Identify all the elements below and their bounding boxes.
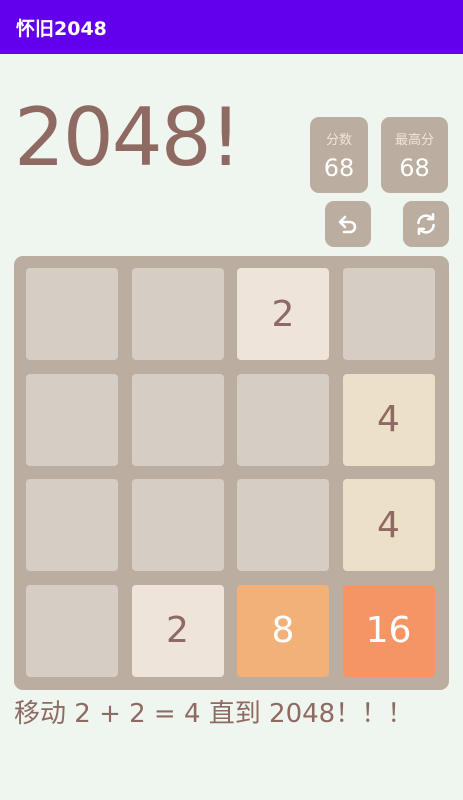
undo-button[interactable] bbox=[325, 201, 371, 247]
tile-4: 4 bbox=[342, 479, 435, 571]
empty-cell bbox=[26, 479, 118, 571]
game-board[interactable]: 2 4 4 2 8 16 bbox=[14, 256, 449, 690]
best-score-label: 最高分 bbox=[394, 133, 434, 148]
best-score-value: 68 bbox=[399, 154, 430, 182]
best-score-box: 最高分 68 bbox=[381, 117, 448, 193]
empty-cell bbox=[131, 268, 224, 360]
refresh-icon bbox=[417, 212, 435, 236]
tile-16: 16 bbox=[342, 584, 435, 677]
tile-8: 8 bbox=[237, 584, 329, 677]
empty-cell bbox=[131, 479, 224, 571]
score-label: 分数 bbox=[325, 133, 352, 148]
tile-4: 4 bbox=[342, 373, 435, 466]
empty-cell bbox=[26, 268, 118, 360]
app-bar: 怀旧2048 bbox=[0, 0, 463, 54]
empty-cell bbox=[237, 373, 329, 466]
status-message: 移动 2 + 2 = 4 直到 2048！！！ bbox=[14, 699, 414, 729]
restart-button[interactable] bbox=[403, 201, 449, 247]
score-value: 68 bbox=[323, 154, 355, 182]
app-title: 怀旧2048 bbox=[16, 17, 107, 40]
tile-2: 2 bbox=[237, 268, 329, 360]
empty-cell bbox=[237, 479, 329, 571]
empty-cell bbox=[131, 373, 224, 466]
tile-2: 2 bbox=[131, 584, 224, 677]
undo-icon bbox=[338, 215, 357, 234]
game-title: 2048! bbox=[14, 91, 242, 184]
score-box: 分数 68 bbox=[310, 117, 368, 193]
empty-cell bbox=[26, 584, 118, 677]
empty-cell bbox=[342, 268, 435, 360]
empty-cell bbox=[26, 373, 118, 466]
